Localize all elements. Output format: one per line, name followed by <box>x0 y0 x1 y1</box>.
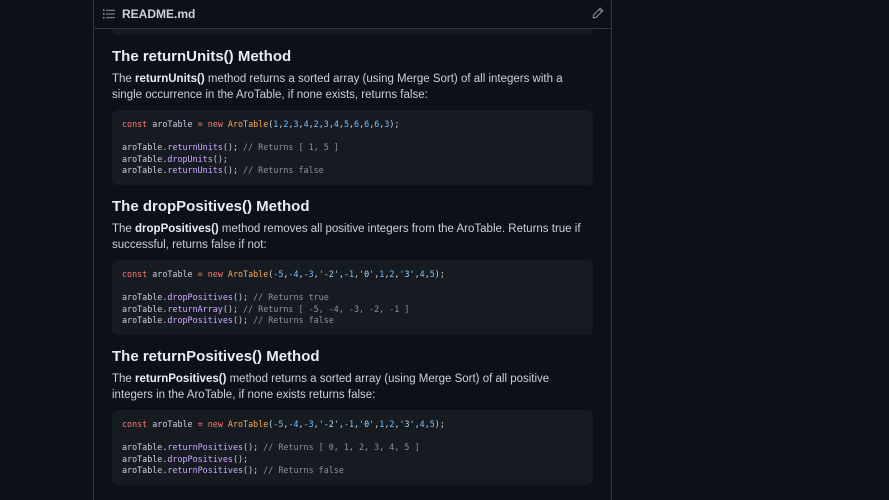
file-name: README.md <box>122 7 196 21</box>
pencil-icon[interactable] <box>592 7 604 19</box>
readme-panel: README.md The returnUnits() Method The r… <box>93 0 612 500</box>
section-description: The dropPositives() method removes all p… <box>112 223 581 251</box>
code-text: const aroTable = new AroTable(-5,-4,-3,'… <box>122 269 445 325</box>
method-name: dropPositives() <box>135 223 219 235</box>
list-icon[interactable] <box>103 8 115 20</box>
section-heading: The returnUnits() Method <box>112 48 292 65</box>
code-block[interactable]: const aroTable = new AroTable(-5,-4,-3,'… <box>112 410 593 485</box>
previous-code-block <box>112 28 593 35</box>
code-block[interactable]: const aroTable = new AroTable(1,2,3,4,2,… <box>112 110 593 185</box>
code-block[interactable]: const aroTable = new AroTable(-5,-4,-3,'… <box>112 260 593 335</box>
section-heading: The returnPositives() Method <box>112 348 320 365</box>
section-heading: The dropPositives() Method <box>112 198 310 215</box>
file-header: README.md <box>94 0 611 29</box>
method-name: returnPositives() <box>135 373 227 385</box>
code-text: const aroTable = new AroTable(1,2,3,4,2,… <box>122 119 400 175</box>
section-description: The returnPositives() method returns a s… <box>112 373 550 401</box>
code-text: const aroTable = new AroTable(-5,-4,-3,'… <box>122 419 445 475</box>
method-name: returnUnits() <box>135 73 205 85</box>
section-description: The returnUnits() method returns a sorte… <box>112 73 563 101</box>
